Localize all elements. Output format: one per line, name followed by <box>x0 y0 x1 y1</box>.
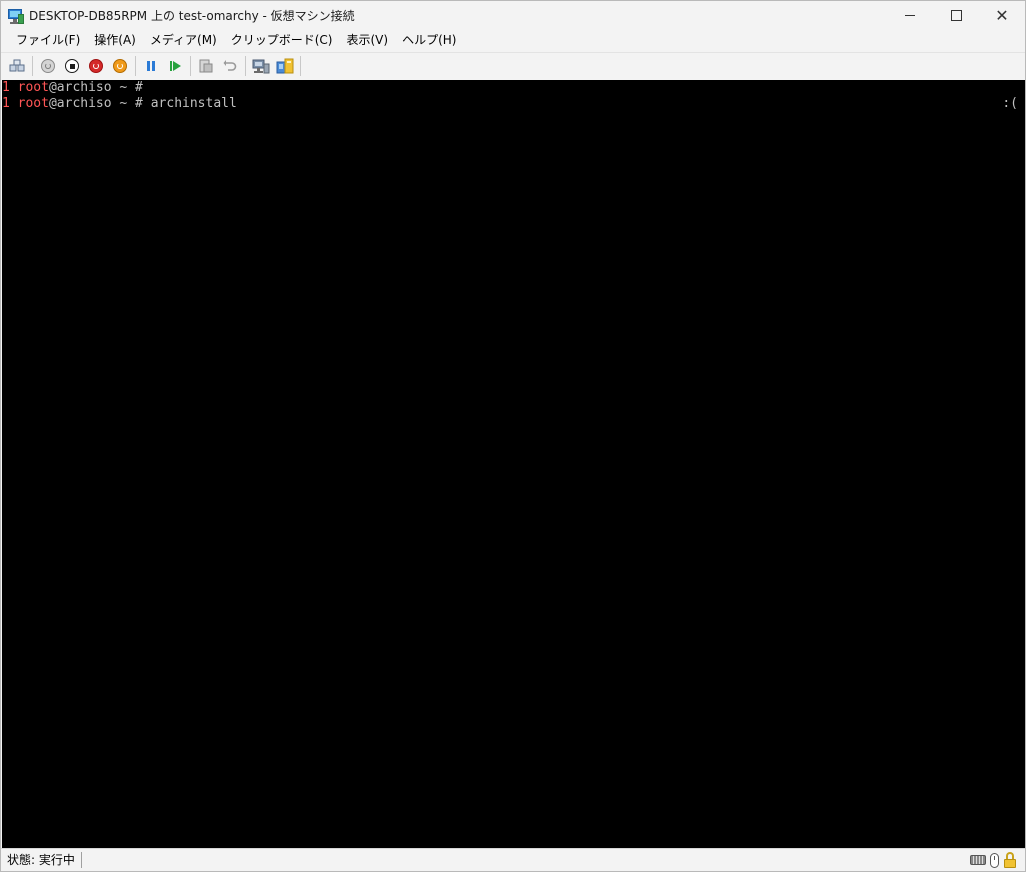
toolbar-separator <box>245 56 246 76</box>
keyboard-icon <box>970 855 986 865</box>
prompt-user: root <box>17 80 49 95</box>
vm-connection-app-icon <box>8 8 24 24</box>
toolbar <box>1 52 1025 79</box>
toolbar-separator <box>32 56 33 76</box>
share-button[interactable] <box>273 55 297 77</box>
save-icon <box>113 59 127 73</box>
revert-button[interactable] <box>218 55 242 77</box>
turn-off-button[interactable] <box>60 55 84 77</box>
menu-media[interactable]: メディア(M) <box>143 30 224 51</box>
menu-action[interactable]: 操作(A) <box>87 30 143 51</box>
prompt-user: root <box>17 96 49 111</box>
start-button[interactable] <box>36 55 60 77</box>
share-icon <box>276 58 294 74</box>
line-number: 1 <box>2 96 10 111</box>
revert-icon <box>223 60 237 71</box>
status-icons <box>970 852 1017 868</box>
prompt-text: @archiso ~ # archinstall <box>48 96 237 111</box>
terminal-line: 1 root@archiso ~ # <box>2 80 143 96</box>
vm-status: 状態: 実行中 <box>1 852 82 868</box>
menu-view[interactable]: 表示(V) <box>340 30 396 51</box>
reset-icon <box>169 61 181 71</box>
menu-clipboard[interactable]: クリップボード(C) <box>224 30 340 51</box>
menu-help[interactable]: ヘルプ(H) <box>395 30 463 51</box>
toolbar-separator <box>300 56 301 76</box>
terminal-line: 1 root@archiso ~ # archinstall <box>2 96 237 112</box>
start-icon <box>41 59 55 73</box>
checkpoint-button[interactable] <box>194 55 218 77</box>
terminal-status-indicator: :( <box>1002 96 1018 111</box>
enhanced-session-button[interactable] <box>249 55 273 77</box>
save-button[interactable] <box>108 55 132 77</box>
turn-off-icon <box>65 59 79 73</box>
lock-icon <box>1003 852 1017 868</box>
menu-bar: ファイル(F) 操作(A) メディア(M) クリップボード(C) 表示(V) ヘ… <box>1 30 1025 51</box>
mouse-icon <box>990 852 999 868</box>
maximize-icon <box>950 10 962 21</box>
close-icon: ✕ <box>995 5 1009 25</box>
toolbar-separator <box>190 56 191 76</box>
enhanced-session-icon <box>252 59 270 74</box>
reset-button[interactable] <box>163 55 187 77</box>
minimize-button[interactable] <box>887 1 933 30</box>
prompt-text: @archiso ~ # <box>48 80 143 95</box>
toolbar-separator <box>135 56 136 76</box>
shut-down-icon <box>89 59 103 73</box>
ctrl-alt-del-icon <box>9 59 25 72</box>
menu-file[interactable]: ファイル(F) <box>9 30 87 51</box>
vm-connection-window: DESKTOP-DB85RPM 上の test-omarchy - 仮想マシン接… <box>0 0 1026 872</box>
minimize-icon <box>905 15 915 16</box>
close-button[interactable]: ✕ <box>979 1 1025 30</box>
checkpoint-icon <box>199 59 213 73</box>
line-number: 1 <box>2 80 10 95</box>
ctrl-alt-del-button[interactable] <box>5 55 29 77</box>
pause-icon <box>147 61 155 71</box>
status-bar: 状態: 実行中 <box>1 848 1025 871</box>
window-controls: ✕ <box>887 1 1025 30</box>
window-title: DESKTOP-DB85RPM 上の test-omarchy - 仮想マシン接… <box>29 9 355 23</box>
maximize-button[interactable] <box>933 1 979 30</box>
pause-button[interactable] <box>139 55 163 77</box>
vm-console-screen[interactable]: 1 root@archiso ~ # 1 root@archiso ~ # ar… <box>2 80 1025 848</box>
title-bar[interactable]: DESKTOP-DB85RPM 上の test-omarchy - 仮想マシン接… <box>1 1 1025 30</box>
shut-down-button[interactable] <box>84 55 108 77</box>
